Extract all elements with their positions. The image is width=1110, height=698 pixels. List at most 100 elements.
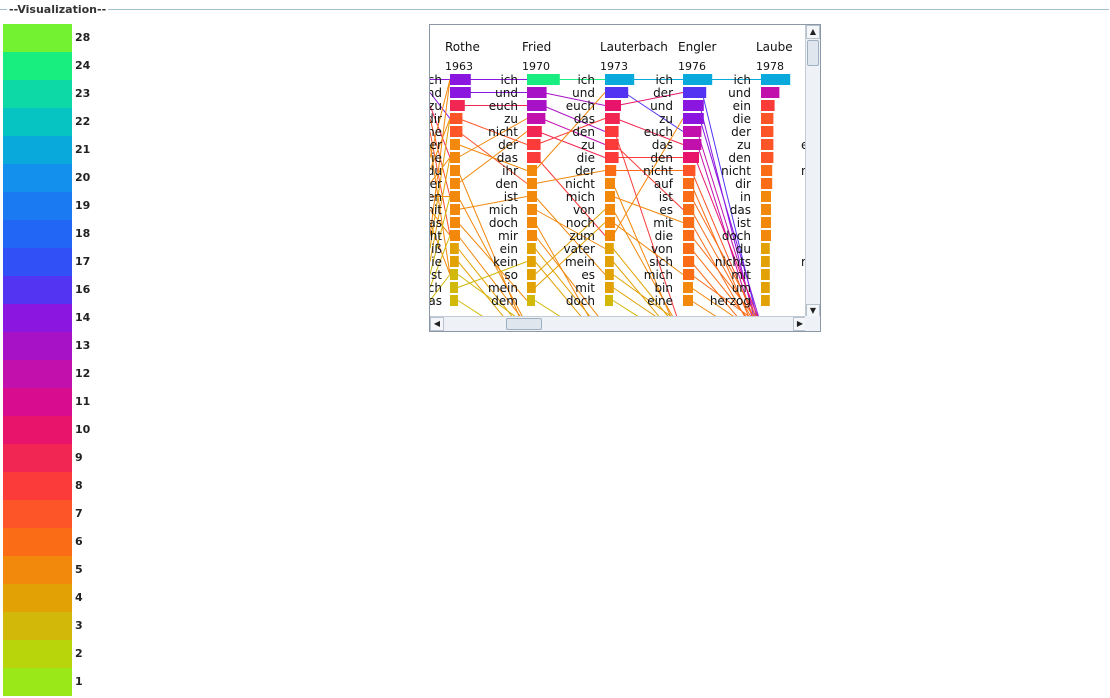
rank-bar <box>450 256 459 267</box>
word-label: du <box>736 242 751 256</box>
word-label: es <box>659 203 673 217</box>
legend-row: 1 <box>3 668 113 696</box>
legend-label: 7 <box>75 507 83 520</box>
legend-label: 4 <box>75 591 83 604</box>
vertical-scroll-thumb[interactable] <box>807 40 819 66</box>
legend-row: 18 <box>3 220 113 248</box>
rank-bar <box>605 204 615 215</box>
legend-label: 12 <box>75 367 91 380</box>
legend-row: 23 <box>3 80 113 108</box>
word-label: nicht <box>643 164 673 178</box>
word-label: ist <box>659 190 674 204</box>
legend-row: 5 <box>3 556 113 584</box>
scroll-up-arrow-icon[interactable]: ▲ <box>806 25 820 39</box>
rank-bar <box>450 269 458 280</box>
legend-row: 17 <box>3 248 113 276</box>
rank-bar <box>450 178 460 189</box>
rank-bar <box>527 269 536 280</box>
legend-swatch <box>3 360 72 388</box>
rank-bar <box>527 295 535 306</box>
word-label: so <box>504 268 518 282</box>
column-year: 1978 <box>756 60 784 73</box>
word-label: doch <box>489 216 518 230</box>
rank-bar <box>605 100 621 111</box>
horizontal-scrollbar[interactable]: ◀ ▶ <box>430 316 807 331</box>
word-label: bin <box>654 281 673 295</box>
word-label: er <box>430 177 442 191</box>
rank-bar <box>527 204 537 215</box>
word-label: es <box>581 268 595 282</box>
rank-bar <box>527 178 537 189</box>
word-label: mein <box>565 255 595 269</box>
legend-label: 8 <box>75 479 83 492</box>
rank-bar <box>761 139 774 150</box>
rank-bar <box>450 74 471 85</box>
word-label: das <box>652 138 673 152</box>
legend-swatch <box>3 584 72 612</box>
legend-swatch <box>3 220 72 248</box>
rank-bar <box>450 282 458 293</box>
column-name: Fried <box>522 40 551 54</box>
word-label: nicht <box>721 164 751 178</box>
legend-swatch <box>3 192 72 220</box>
legend-label: 28 <box>75 31 91 44</box>
legend-label: 5 <box>75 563 83 576</box>
rank-bar <box>450 139 460 150</box>
word-label: zu <box>504 112 518 126</box>
rank-bar <box>450 87 471 98</box>
rank-bar <box>683 191 695 202</box>
rank-bar <box>605 152 619 163</box>
rank-bar <box>683 204 695 215</box>
word-label: der <box>498 138 518 152</box>
rank-bar <box>450 113 463 124</box>
rank-bar <box>761 230 771 241</box>
word-label: mit <box>575 281 595 295</box>
word-label: der <box>731 125 751 139</box>
rank-bar <box>605 126 619 137</box>
word-label: noch <box>566 216 595 230</box>
legend-swatch <box>3 52 72 80</box>
word-label: mit <box>430 203 442 217</box>
rank-bar <box>605 269 614 280</box>
rank-bar <box>527 191 537 202</box>
rank-bar <box>761 282 770 293</box>
horizontal-scroll-thumb[interactable] <box>506 318 542 330</box>
rank-bar <box>605 74 635 85</box>
word-label: euch <box>489 99 518 113</box>
word-label: ein <box>500 242 518 256</box>
rank-bar <box>450 243 459 254</box>
word-label: ist <box>737 216 752 230</box>
rank-bar <box>605 282 614 293</box>
scroll-left-arrow-icon[interactable]: ◀ <box>430 317 444 331</box>
word-label: kein <box>493 255 518 269</box>
rank-bar <box>761 243 770 254</box>
word-label: von <box>651 242 673 256</box>
legend-label: 14 <box>75 311 91 324</box>
word-label: die <box>655 229 673 243</box>
rank-bar <box>683 282 693 293</box>
legend-row: 16 <box>3 276 113 304</box>
rank-bar <box>450 126 463 137</box>
word-label: ch <box>430 73 442 87</box>
legend-swatch <box>3 80 72 108</box>
rank-bar <box>605 256 614 267</box>
column-fried: Fried1970ichundeuchdasdenzudiedernichtmi… <box>522 40 595 308</box>
rank-bar <box>450 230 460 241</box>
rank-bar <box>761 100 775 111</box>
legend-swatch <box>3 164 72 192</box>
word-label: zu <box>737 138 751 152</box>
rank-bar <box>761 152 774 163</box>
vertical-scrollbar[interactable]: ▲ ▼ <box>805 25 820 318</box>
word-label: ich <box>655 73 673 87</box>
rank-bar <box>527 230 537 241</box>
visualization-viewport[interactable]: chundzudirneerieduerenmitashtißiestchasR… <box>430 25 807 318</box>
legend-swatch <box>3 304 72 332</box>
word-label: ne <box>430 125 442 139</box>
word-label: ch <box>430 281 442 295</box>
word-label: euch <box>644 125 673 139</box>
word-label: st <box>431 268 442 282</box>
rank-bar <box>761 87 780 98</box>
word-label: dir <box>735 177 751 191</box>
word-label: ht <box>430 229 442 243</box>
legend-row: 21 <box>3 136 113 164</box>
